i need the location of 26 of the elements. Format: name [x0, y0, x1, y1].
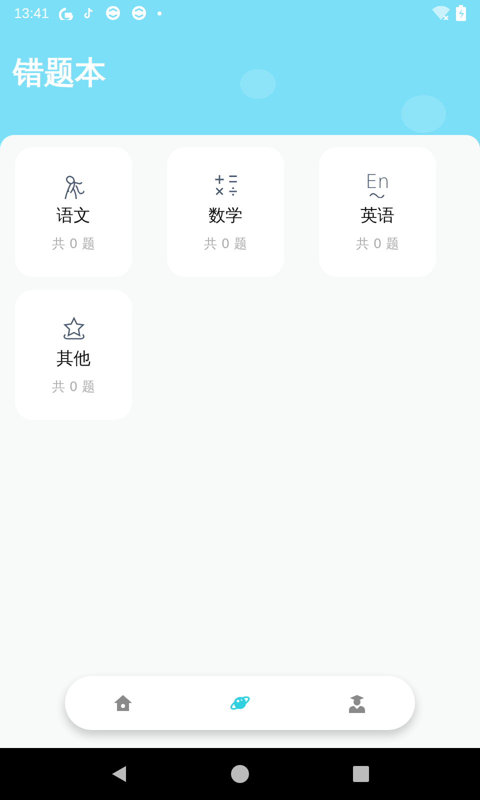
home-icon[interactable]	[113, 693, 134, 713]
page-title: 错题本	[13, 54, 106, 93]
status-time: 13:41	[14, 5, 50, 21]
graduate-icon[interactable]	[346, 693, 367, 713]
subject-name: 其他	[56, 348, 90, 370]
subject-card[interactable]: 语文 共 0 题	[15, 147, 132, 277]
subject-card[interactable]: 数学 共 0 题	[167, 147, 284, 277]
subject-name: 英语	[360, 205, 394, 227]
battery-charging-icon	[456, 5, 466, 21]
home-circle-icon[interactable]	[230, 764, 250, 784]
tilde-icon	[369, 192, 386, 198]
wifi-off-icon	[432, 6, 450, 20]
subject-card[interactable]: 其他 共 0 题	[15, 290, 132, 420]
english-icon: En	[365, 173, 390, 201]
music-note-icon	[83, 7, 96, 19]
star-icon	[60, 316, 86, 342]
subject-name: 语文	[56, 205, 90, 227]
notification-dot-icon	[157, 10, 162, 16]
back-icon[interactable]	[111, 765, 128, 783]
question-count: 共 0 题	[204, 236, 247, 253]
subject-card[interactable]: En 英语 共 0 题	[319, 147, 436, 277]
recents-icon[interactable]	[352, 766, 369, 782]
question-count: 共 0 题	[356, 236, 399, 253]
question-count: 共 0 题	[52, 236, 95, 253]
question-count: 共 0 题	[52, 379, 95, 396]
subject-name: 数学	[208, 205, 242, 227]
